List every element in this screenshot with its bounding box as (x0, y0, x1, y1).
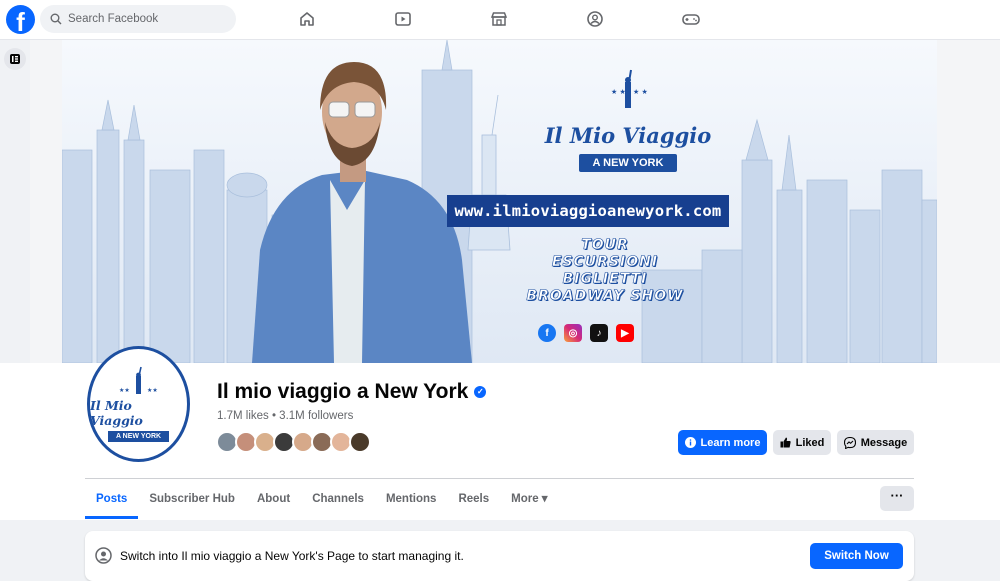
sidebar-toggle-button[interactable] (4, 48, 26, 70)
video-icon[interactable] (391, 8, 415, 30)
top-navigation-bar: f (0, 0, 1000, 40)
svg-text:★★: ★★ (119, 387, 130, 394)
profile-avatar[interactable]: ★★ ★★ Il Mio Viaggio A NEW YORK (87, 346, 190, 462)
marketplace-icon[interactable] (487, 8, 511, 30)
message-button[interactable]: Message (837, 430, 914, 455)
learn-more-button[interactable]: Learn more (678, 430, 767, 455)
cover-brand-ribbon: A NEW YORK (578, 154, 678, 172)
instagram-icon: ◎ (564, 324, 582, 342)
tab-posts[interactable]: Posts (85, 479, 139, 519)
switch-banner-text: Switch into Il mio viaggio a New York's … (120, 549, 464, 563)
messenger-icon (843, 436, 856, 449)
friend-avatars[interactable] (216, 431, 371, 453)
svg-text:★ ★: ★ ★ (633, 88, 648, 96)
page-title: Il mio viaggio a New York ✓ (217, 380, 487, 404)
page-name-text: Il mio viaggio a New York (217, 380, 469, 403)
facebook-logo[interactable]: f (6, 5, 35, 34)
tagline: ESCURSIONI (551, 254, 659, 271)
tab-reels[interactable]: Reels (447, 479, 500, 519)
cover-brand-logo: ★ ★ ★ ★ Il Mio Viaggio A NEW YORK (520, 68, 736, 172)
panel-icon (10, 54, 20, 64)
info-icon (684, 437, 696, 448)
avatar[interactable] (349, 431, 371, 453)
avatar-title: Il Mio Viaggio (90, 398, 143, 428)
tab-subscriber-hub[interactable]: Subscriber Hub (138, 479, 246, 519)
learn-more-label: Learn more (700, 436, 761, 449)
youtube-icon: ▶ (616, 324, 634, 342)
message-label: Message (860, 436, 908, 449)
svg-text:★★: ★★ (147, 387, 158, 394)
liked-label: Liked (795, 436, 825, 449)
cover-photo[interactable]: ★ ★ ★ ★ Il Mio Viaggio A NEW YORK www.ilm… (62, 40, 937, 363)
tagline: BIGLIETTI (562, 271, 648, 288)
switch-now-button[interactable]: Switch Now (810, 543, 903, 569)
cover-website-url: www.ilmioviaggioanewyork.com (447, 195, 729, 227)
tab-about[interactable]: About (246, 479, 301, 519)
groups-icon[interactable] (583, 8, 607, 30)
gaming-icon[interactable] (679, 8, 703, 30)
more-options-button[interactable]: ··· (880, 486, 914, 511)
tab-channels[interactable]: Channels (301, 479, 375, 519)
home-icon[interactable] (295, 8, 319, 30)
tiktok-icon: ♪ (590, 324, 608, 342)
page-tabs: Posts Subscriber Hub About Channels Ment… (85, 479, 559, 519)
tab-more[interactable]: More ▾ (500, 479, 558, 519)
tagline: TOUR (581, 237, 629, 254)
avatar-ribbon: A NEW YORK (107, 431, 170, 442)
cover-margin-left (30, 40, 62, 363)
search-input[interactable] (68, 13, 218, 25)
search-box[interactable] (40, 5, 236, 33)
switch-profile-banner: Switch into Il mio viaggio a New York's … (85, 531, 914, 581)
thumbs-up-icon (780, 437, 791, 448)
facebook-icon: f (538, 324, 556, 342)
cover-brand-title: Il Mio Viaggio (544, 123, 712, 148)
cover-social-icons: f ◎ ♪ ▶ (538, 324, 634, 342)
page-stats[interactable]: 1.7M likes • 3.1M followers (217, 410, 353, 422)
liked-button[interactable]: Liked (773, 430, 831, 455)
cover-margin-right (937, 40, 1000, 363)
svg-text:★ ★: ★ ★ (611, 88, 626, 96)
tab-mentions[interactable]: Mentions (375, 479, 447, 519)
statue-of-liberty-icon: ★ ★ ★ ★ (611, 69, 648, 108)
profile-switch-icon (95, 547, 112, 564)
search-icon (50, 13, 62, 25)
cover-taglines: TOUR ESCURSIONI BIGLIETTI BROADWAY SHOW (490, 237, 720, 305)
verified-badge-icon: ✓ (474, 386, 487, 398)
tagline: BROADWAY SHOW (526, 288, 684, 305)
statue-of-liberty-icon: ★★ ★★ (119, 366, 158, 394)
